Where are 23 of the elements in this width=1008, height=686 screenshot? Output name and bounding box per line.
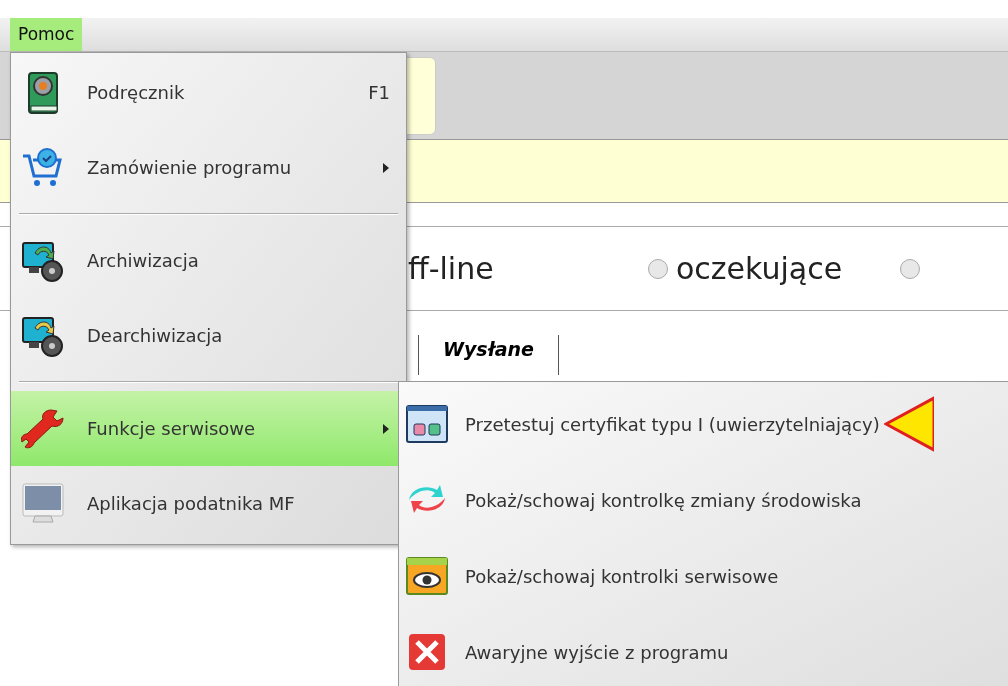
menu-bar-item[interactable]: Pomoc [10,18,83,51]
shortcut-label: F1 [368,81,390,105]
radio-button[interactable] [900,258,921,279]
monitor-icon [21,481,65,526]
menu-item[interactable]: Pokaż/schowaj kontrolki serwisowe [405,554,779,598]
column-header: Wysłane [418,335,559,375]
menu-item[interactable]: Dearchiwizacja [11,298,406,373]
wrench-icon [21,406,65,451]
menu-item[interactable]: Archiwizacja [11,223,406,298]
menu-item[interactable]: Przetestuj certyfikat typu I (uwierzytelniający) [405,402,880,446]
menu-item[interactable]: Awaryjne wyjście z programu [405,630,729,674]
menu-item[interactable]: Zamówienie programu [11,130,406,205]
submenu-arrow-icon [382,161,390,174]
eye-window-icon [405,554,449,598]
menu-item[interactable]: Podręcznik F1 [11,55,406,130]
pointer-arrow-icon [883,394,934,454]
radio-label: oczekujące [676,250,843,288]
radio-button[interactable] [648,258,668,279]
menu-item[interactable]: Pokaż/schowaj kontrolkę zmiany środowiska [405,478,862,522]
menu-item[interactable]: Aplikacja podatnika MF [11,466,406,541]
submenu-arrow-icon [382,422,390,435]
radio-label: ff-line [408,250,495,288]
test-window-icon [405,402,449,446]
